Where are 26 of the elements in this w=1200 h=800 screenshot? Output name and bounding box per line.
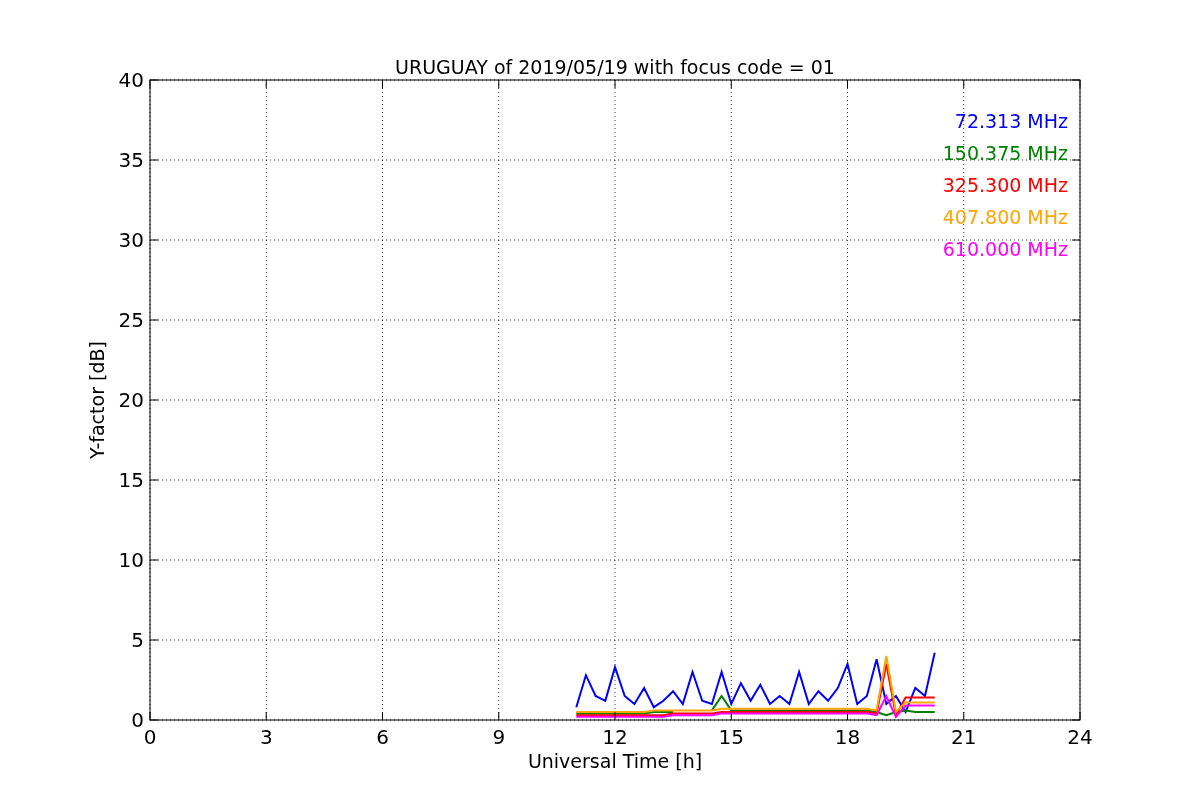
legend-label: 150.375 MHz bbox=[942, 142, 1068, 164]
tick-label: 40 bbox=[118, 68, 144, 92]
axis-label: Y-factor [dB] bbox=[86, 341, 108, 459]
tick-label: 0 bbox=[143, 725, 157, 749]
tick-label: 5 bbox=[131, 628, 144, 652]
tick-label: 21 bbox=[951, 725, 977, 749]
tick-label: 3 bbox=[259, 725, 273, 749]
chart-title: URUGUAY of 2019/05/19 with focus code = 01 bbox=[395, 56, 835, 78]
tick-label: 12 bbox=[602, 725, 628, 749]
tick-label: 6 bbox=[376, 725, 389, 749]
legend-label: 72.313 MHz bbox=[954, 110, 1068, 132]
axis-label: Universal Time [h] bbox=[527, 750, 703, 772]
tick-label: 15 bbox=[718, 725, 744, 749]
tick-label: 10 bbox=[118, 548, 144, 572]
legend-label: 325.300 MHz bbox=[942, 174, 1068, 196]
tick-label: 24 bbox=[1067, 725, 1093, 749]
tick-label: 35 bbox=[118, 148, 144, 172]
legend-label: 407.800 MHz bbox=[942, 206, 1068, 228]
tick-label: 0 bbox=[131, 708, 144, 732]
tick-label: 30 bbox=[118, 228, 144, 252]
tick-label: 18 bbox=[834, 725, 861, 749]
tick-label: 20 bbox=[118, 388, 144, 412]
tick-label: 25 bbox=[118, 308, 144, 332]
legend-label: 610.000 MHz bbox=[942, 238, 1068, 260]
tick-label: 15 bbox=[118, 468, 144, 492]
tick-label: 9 bbox=[492, 725, 506, 749]
